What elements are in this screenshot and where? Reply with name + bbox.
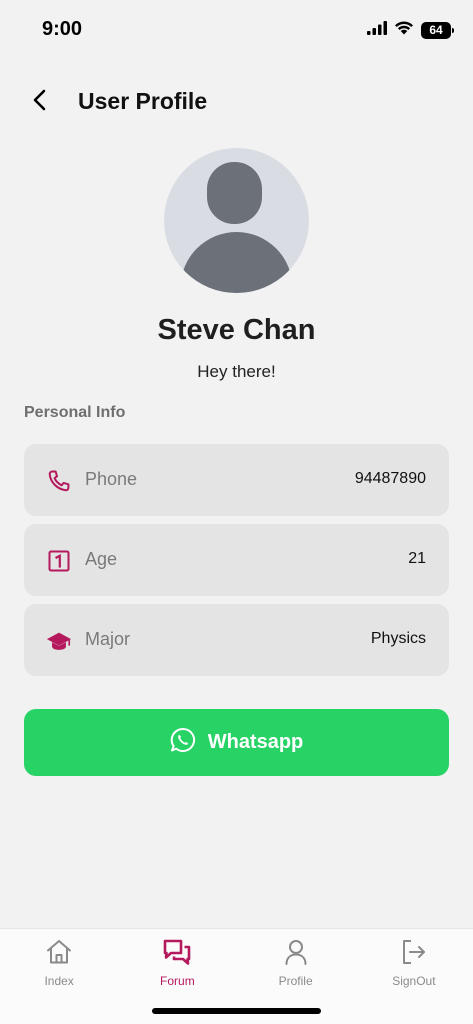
- whatsapp-button[interactable]: Whatsapp: [24, 709, 449, 776]
- tab-signout-label: SignOut: [392, 974, 436, 988]
- page-title: User Profile: [78, 88, 208, 114]
- phone-label: Phone: [85, 469, 138, 489]
- major-value: Physics: [370, 630, 426, 647]
- tab-signout[interactable]: SignOut: [355, 929, 473, 1024]
- home-icon: [44, 937, 74, 967]
- home-indicator: [152, 1008, 321, 1014]
- user-status: Hey there!: [197, 362, 276, 381]
- header: User Profile: [0, 82, 473, 124]
- status-bar: 9:00 64: [0, 0, 473, 60]
- user-name: Steve Chan: [157, 314, 316, 346]
- cellular-signal-icon: [367, 20, 387, 40]
- tab-profile-label: Profile: [278, 974, 313, 988]
- avatar: [164, 148, 309, 293]
- person-icon: [281, 937, 311, 967]
- age-value: 21: [408, 550, 426, 567]
- phone-card: Phone 94487890: [24, 444, 449, 516]
- major-label: Major: [85, 629, 131, 649]
- whatsapp-icon: [170, 727, 196, 758]
- chevron-left-icon: [32, 89, 48, 116]
- sign-out-icon: [399, 937, 429, 967]
- status-time: 9:00: [42, 18, 83, 40]
- tab-forum-label: Forum: [160, 974, 195, 988]
- age-card: Age 21: [24, 524, 449, 596]
- number-one-box-icon: [46, 548, 72, 574]
- whatsapp-label: Whatsapp: [207, 731, 304, 753]
- tab-index-label: Index: [44, 974, 74, 988]
- personal-info-title: Personal Info: [24, 404, 126, 421]
- wifi-icon: [394, 20, 414, 40]
- age-label: Age: [85, 549, 118, 569]
- chat-bubbles-icon: [162, 937, 192, 967]
- phone-icon: [46, 468, 72, 494]
- default-user-avatar-icon: [180, 162, 293, 293]
- status-icons: 64: [367, 20, 454, 40]
- battery-icon: 64: [421, 21, 454, 39]
- graduation-cap-icon: [46, 628, 72, 654]
- phone-value: 94487890: [354, 470, 426, 487]
- back-button[interactable]: [26, 88, 54, 116]
- tab-index[interactable]: Index: [0, 929, 118, 1024]
- major-card: Major Physics: [24, 604, 449, 676]
